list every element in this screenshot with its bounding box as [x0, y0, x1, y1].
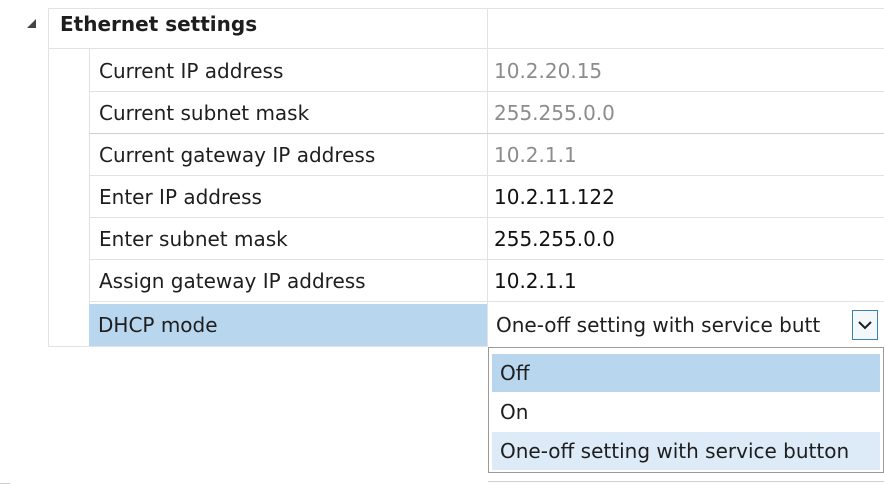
- property-value-readonly: 255.255.0.0: [494, 101, 615, 125]
- property-row-current-subnet: Current subnet mask 255.255.0.0: [0, 92, 884, 134]
- property-value-readonly: 10.2.20.15: [494, 59, 603, 83]
- property-label: Enter IP address: [99, 185, 262, 209]
- property-row-current-gateway: Current gateway IP address 10.2.1.1: [0, 134, 884, 176]
- property-label: Current IP address: [99, 59, 284, 83]
- property-label: Current subnet mask: [99, 101, 310, 125]
- grid-divider: [48, 48, 884, 49]
- dhcp-mode-selected-value: One-off setting with service butt: [496, 313, 821, 337]
- gateway-ip-input[interactable]: 10.2.1.1: [488, 260, 884, 302]
- property-label: Current gateway IP address: [99, 143, 376, 167]
- property-row-assign-gateway: Assign gateway IP address 10.2.1.1: [0, 260, 884, 302]
- grid-divider: [0, 483, 10, 484]
- property-label: Assign gateway IP address: [99, 269, 366, 293]
- property-row-dhcp-mode[interactable]: DHCP mode One-off setting with service b…: [0, 304, 884, 346]
- chevron-down-icon: [858, 321, 872, 330]
- property-value-readonly: 10.2.1.1: [494, 143, 577, 167]
- property-row-enter-ip: Enter IP address 10.2.11.122: [0, 176, 884, 218]
- collapse-triangle-icon[interactable]: [27, 19, 36, 28]
- grid-divider: [48, 8, 884, 9]
- property-row-enter-subnet: Enter subnet mask 255.255.0.0: [0, 218, 884, 260]
- grid-divider: [488, 481, 884, 482]
- dropdown-option-on[interactable]: On: [492, 393, 880, 431]
- dhcp-mode-select[interactable]: One-off setting with service butt: [488, 304, 884, 346]
- subnet-mask-input[interactable]: 255.255.0.0: [488, 218, 884, 260]
- property-row-current-ip: Current IP address 10.2.20.15: [0, 50, 884, 92]
- dhcp-mode-dropdown-list: Off On One-off setting with service butt…: [488, 347, 884, 473]
- dhcp-mode-label: DHCP mode: [89, 304, 487, 346]
- ip-address-input[interactable]: 10.2.11.122: [488, 176, 884, 218]
- property-label: Enter subnet mask: [99, 227, 288, 251]
- grid-divider: [48, 346, 488, 347]
- dropdown-option-one-off[interactable]: One-off setting with service button: [492, 432, 880, 470]
- dropdown-button[interactable]: [852, 310, 878, 340]
- dropdown-option-off[interactable]: Off: [492, 354, 880, 392]
